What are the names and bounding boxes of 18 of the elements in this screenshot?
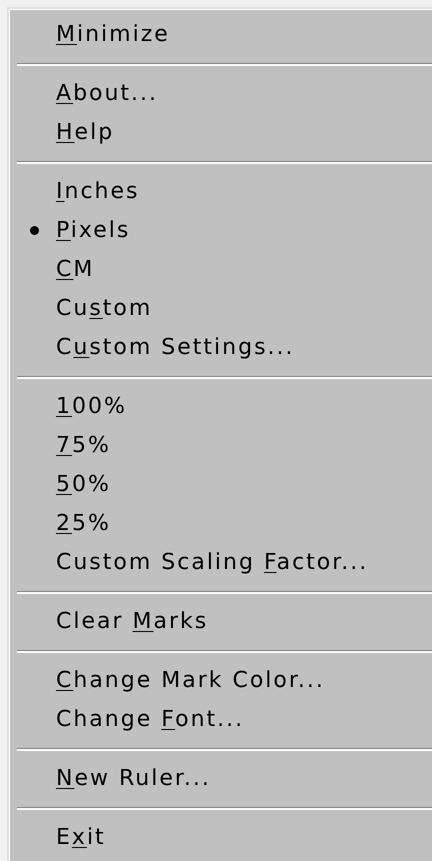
- menu-item[interactable]: 7 5%: [56, 433, 111, 458]
- menu-item[interactable]: H elp: [56, 120, 114, 145]
- menu-item[interactable]: 1 00%: [56, 394, 127, 419]
- menu-item[interactable]: M inimize: [56, 22, 170, 47]
- menu-item[interactable]: Ex it: [56, 825, 106, 850]
- menu-item[interactable]: Clear M arks: [56, 609, 208, 634]
- menu-item[interactable]: C M: [56, 257, 94, 282]
- menu-item[interactable]: Change Font...: [56, 707, 244, 732]
- menu-item[interactable]: 5 0%: [56, 472, 111, 497]
- menu-item[interactable]: C u stom Settings...: [56, 335, 295, 360]
- menu-item[interactable]: About...: [56, 81, 158, 106]
- menu-item[interactable]: Pixels: [56, 218, 130, 243]
- menu-item[interactable]: 2 5%: [56, 511, 111, 536]
- menu-item[interactable]: Cu stom: [56, 296, 152, 321]
- menu-item[interactable]: Custom Scaling Factor...: [56, 550, 368, 575]
- menu-item[interactable]: C hange Mark Color...: [56, 668, 325, 693]
- menu-item[interactable]: I nches: [56, 179, 140, 204]
- menu-item[interactable]: N ew Ruler...: [56, 766, 211, 791]
